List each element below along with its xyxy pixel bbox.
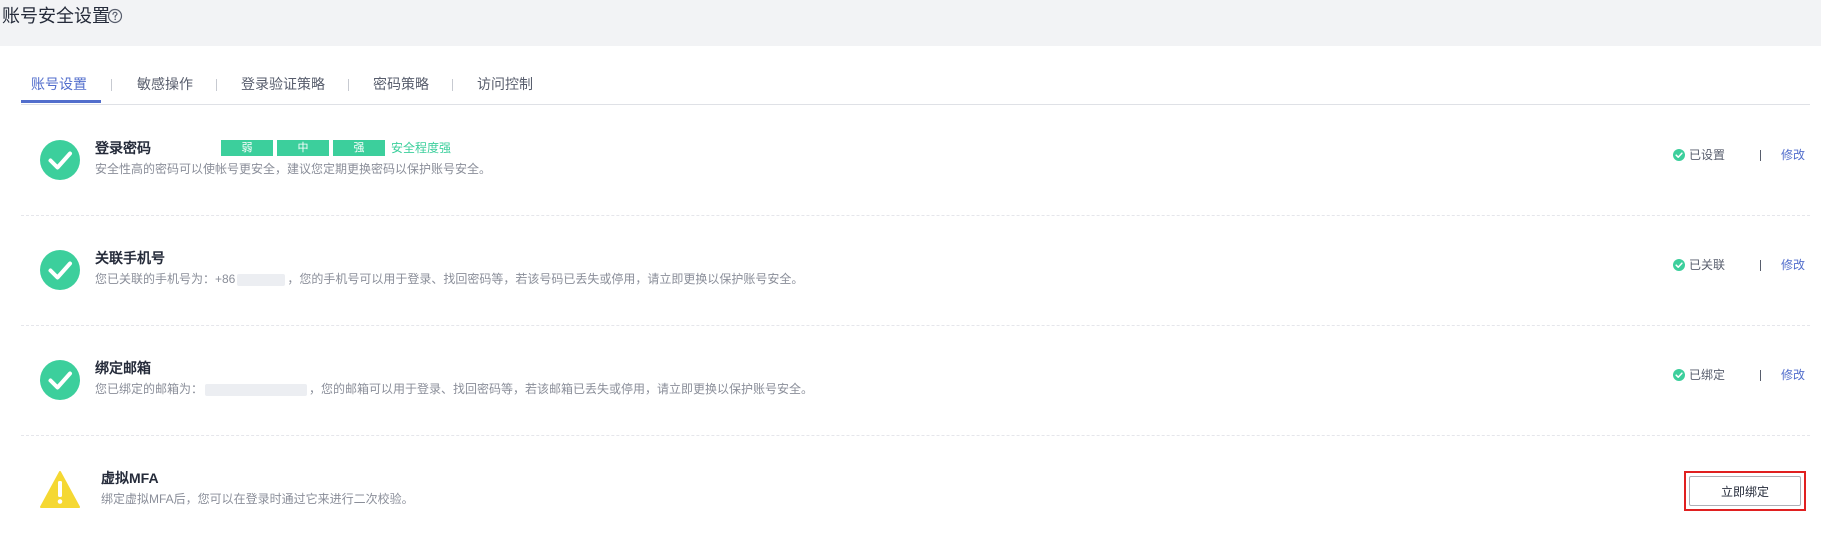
check-circle-icon	[1673, 149, 1685, 161]
phone-desc-suffix: ，您的手机号可以用于登录、找回密码等，若该号码已丢失或停用，请立即更换以保护账号…	[287, 272, 804, 286]
tab-access-control[interactable]: 访问控制	[477, 74, 533, 94]
status-area: 已绑定 修改	[1673, 366, 1810, 384]
check-circle-icon	[1673, 369, 1685, 381]
virtual-mfa-title: 虚拟MFA	[101, 470, 159, 486]
tab-separator	[452, 79, 453, 91]
strength-weak-segment: 弱	[221, 140, 273, 156]
login-password-description: 安全性高的密码可以使帐号更安全，建议您定期更换密码以保护账号安全。	[95, 162, 492, 176]
active-tab-indicator	[21, 100, 101, 103]
tab-account-settings[interactable]: 账号设置	[31, 74, 87, 94]
phone-desc-prefix: 您已关联的手机号为：+86	[95, 272, 236, 286]
redacted-email-address	[205, 383, 308, 396]
tab-bar: 账号设置 敏感操作 登录验证策略 密码策略 访问控制	[21, 62, 1810, 105]
tab-separator	[348, 79, 349, 91]
login-password-title: 登录密码	[95, 140, 151, 156]
phone-description: 您已关联的手机号为：+86 ，您的手机号可以用于登录、找回密码等，若该号码已丢失或…	[95, 271, 803, 287]
email-row: 绑定邮箱 您已绑定的邮箱为： ，您的邮箱可以用于登录、找回密码等，若该邮箱已丢失或…	[21, 326, 1810, 436]
tab-password-policy[interactable]: 密码策略	[373, 74, 429, 94]
warning-triangle-icon	[40, 471, 80, 508]
check-circle-icon	[1673, 259, 1685, 271]
bind-now-button[interactable]: 立即绑定	[1689, 476, 1801, 506]
redacted-phone-number	[237, 273, 286, 286]
tab-sensitive-operations[interactable]: 敏感操作	[137, 74, 193, 94]
status-text: 已关联	[1689, 258, 1726, 272]
question-circle-icon[interactable]	[107, 8, 123, 24]
modify-phone-link[interactable]: 修改	[1781, 256, 1805, 274]
check-circle-icon	[40, 360, 80, 400]
tab-separator	[111, 79, 112, 91]
status-text: 已绑定	[1689, 368, 1726, 382]
modify-password-link[interactable]: 修改	[1781, 146, 1805, 164]
status-area: 已关联 修改	[1673, 256, 1810, 274]
status-separator	[1760, 150, 1761, 161]
tab-separator	[216, 79, 217, 91]
email-description: 您已绑定的邮箱为： ，您的邮箱可以用于登录、找回密码等，若该邮箱已丢失或停用，请立…	[95, 381, 813, 397]
status-separator	[1760, 260, 1761, 271]
tab-login-verification-policy[interactable]: 登录验证策略	[241, 74, 325, 94]
email-desc-suffix: ，您的邮箱可以用于登录、找回密码等，若该邮箱已丢失或停用，请立即更换以保护账号安…	[309, 382, 814, 396]
virtual-mfa-row: 虚拟MFA 绑定虚拟MFA后，您可以在登录时通过它来进行二次校验。 立即绑定	[21, 436, 1810, 546]
status-area: 已设置 修改	[1673, 146, 1810, 164]
header-bar: 账号安全设置	[0, 0, 1821, 46]
virtual-mfa-description: 绑定虚拟MFA后，您可以在登录时通过它来进行二次校验。	[101, 492, 414, 506]
login-password-row: 登录密码 弱 中 强 安全程度强 安全性高的密码可以使帐号更安全，建议您定期更换…	[21, 106, 1810, 216]
status-separator	[1760, 370, 1761, 381]
email-title: 绑定邮箱	[95, 360, 151, 376]
status-text: 已设置	[1689, 148, 1726, 162]
strength-medium-segment: 中	[277, 140, 329, 156]
phone-title: 关联手机号	[95, 250, 165, 266]
check-circle-icon	[40, 250, 80, 290]
page-title: 账号安全设置	[2, 6, 110, 26]
modify-email-link[interactable]: 修改	[1781, 366, 1805, 384]
strength-strong-segment: 强	[333, 140, 385, 156]
check-circle-icon	[40, 140, 80, 180]
bind-now-highlight: 立即绑定	[1684, 471, 1806, 511]
phone-row: 关联手机号 您已关联的手机号为：+86 ，您的手机号可以用于登录、找回密码等，若该…	[21, 216, 1810, 326]
strength-label: 安全程度强	[391, 141, 452, 155]
email-desc-prefix: 您已绑定的邮箱为：	[95, 382, 204, 396]
